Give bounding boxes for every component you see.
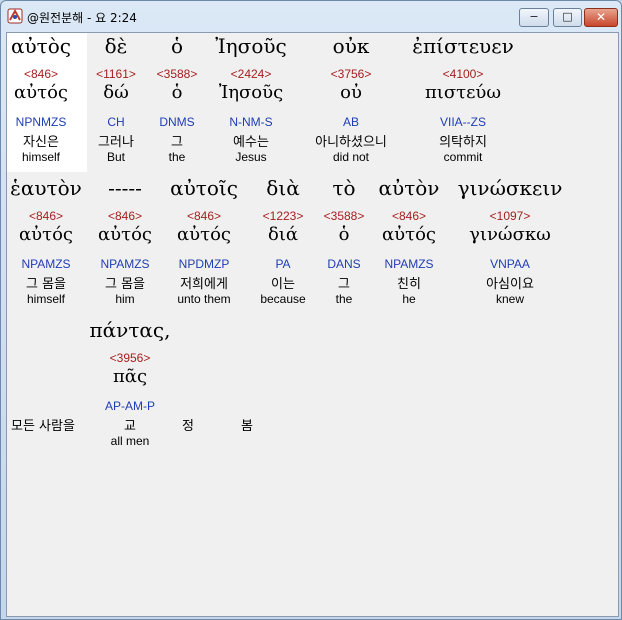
strong-number[interactable]: <846> <box>24 67 58 81</box>
lexeme: πᾶς <box>112 366 148 387</box>
lexeme: ὁ <box>171 82 183 103</box>
english-gloss: Jesus <box>235 150 267 164</box>
maximize-icon: □ <box>562 10 573 23</box>
english-gloss: himself <box>26 292 66 306</box>
english-gloss: the <box>168 150 186 164</box>
greek-word: Ἰησοῦς <box>215 34 287 58</box>
korean-gloss: 그 몸을 <box>104 277 146 292</box>
parsing-code: DNMS <box>159 115 195 129</box>
greek-word: τὸ <box>332 176 356 200</box>
greek-word: αὐτοῖς <box>170 176 238 200</box>
lexeme: ὁ <box>338 224 350 245</box>
strong-number[interactable]: <846> <box>392 209 426 223</box>
greek-word: ἑαυτὸν <box>10 176 82 200</box>
korean-free-translation: 봄 <box>241 419 253 434</box>
parsing-code: N-NM-S <box>229 115 273 129</box>
window-title: @원전분해 - 요 2:24 <box>27 11 137 25</box>
lexeme: αὐτός <box>382 224 436 245</box>
english-gloss: himself <box>21 150 61 164</box>
english-gloss: commit <box>443 150 483 164</box>
greek-word: διὰ <box>266 176 300 200</box>
lexeme: αὐτός <box>14 82 68 103</box>
parsing-code: CH <box>107 115 125 129</box>
analysis-panel: αὐτὸς <846> αὐτός NPNMZS 자신은 himself δὲ … <box>6 32 619 617</box>
strong-number[interactable]: <846> <box>187 209 221 223</box>
lexeme: πιστεύω <box>424 82 502 103</box>
english-gloss: him <box>115 292 135 306</box>
greek-word: ----- <box>108 176 142 200</box>
strong-number[interactable]: <3588> <box>324 209 365 223</box>
strong-number[interactable]: <3588> <box>157 67 198 81</box>
parsing-code: AB <box>342 115 360 129</box>
korean-gloss: 의탁하지 <box>439 135 487 150</box>
korean-gloss: 예수는 <box>233 135 269 150</box>
parsing-code: PA <box>275 257 291 271</box>
english-gloss: unto them <box>177 292 231 306</box>
app-icon <box>7 8 23 24</box>
english-gloss: knew <box>495 292 525 306</box>
strong-number[interactable]: <1223> <box>263 209 304 223</box>
greek-word: δὲ <box>104 34 128 58</box>
minimize-button[interactable]: − <box>519 8 549 27</box>
greek-word: πάντας, <box>89 318 171 342</box>
korean-free-translation: 모든 사람을 <box>11 419 75 434</box>
strong-number[interactable]: <846> <box>29 209 63 223</box>
parsing-code: NPAMZS <box>21 257 71 271</box>
korean-gloss: 그 몸을 <box>25 277 67 292</box>
strong-number[interactable]: <2424> <box>231 67 272 81</box>
lexeme: Ἰησοῦς <box>218 82 284 103</box>
lexeme: δώ <box>103 82 129 103</box>
parsing-code: NPAMZS <box>100 257 150 271</box>
english-gloss: But <box>106 150 126 164</box>
english-gloss: did not <box>332 150 370 164</box>
parsing-code: NPAMZS <box>384 257 434 271</box>
close-icon: ✕ <box>595 10 607 24</box>
parsing-code: AP-AM-P <box>104 399 156 413</box>
greek-word: αὐτὸς <box>11 34 71 58</box>
lexeme: οὐ <box>340 82 362 103</box>
greek-word: αὐτὸν <box>378 176 440 200</box>
english-gloss: he <box>402 292 416 306</box>
korean-gloss: 교 <box>124 419 136 434</box>
korean-gloss: 그 <box>171 135 183 150</box>
lexeme: αὐτός <box>98 224 152 245</box>
parsing-code: NPNMZS <box>15 115 67 129</box>
maximize-button[interactable]: □ <box>553 8 582 27</box>
english-gloss: because <box>260 292 306 306</box>
minimize-icon: − <box>529 10 539 23</box>
close-button[interactable]: ✕ <box>584 8 618 27</box>
english-gloss: the <box>335 292 353 306</box>
parsing-code: DANS <box>327 257 361 271</box>
english-gloss: all men <box>110 434 150 448</box>
strong-number[interactable]: <3756> <box>331 67 372 81</box>
parsing-code: VNPAA <box>490 257 530 271</box>
korean-gloss: 저희에게 <box>180 277 228 292</box>
lexeme: αὐτός <box>19 224 73 245</box>
greek-word: ὁ <box>170 34 184 58</box>
lexeme: αὐτός <box>177 224 231 245</box>
korean-gloss: 그 <box>338 277 350 292</box>
strong-number[interactable]: <1161> <box>96 67 136 81</box>
strong-number[interactable]: <1097> <box>490 209 531 223</box>
strong-number[interactable]: <846> <box>108 209 142 223</box>
korean-free-translation: 정 <box>182 419 194 434</box>
korean-gloss: 아심이요 <box>486 277 534 292</box>
lexeme: διά <box>267 224 299 245</box>
strong-number[interactable]: <3956> <box>110 351 151 365</box>
korean-gloss: 아니하셨으니 <box>315 135 387 150</box>
title-bar[interactable]: @원전분해 - 요 2:24 − □ ✕ <box>1 1 621 31</box>
greek-word: γινώσκειν <box>457 176 563 200</box>
parsing-code: VIIA--ZS <box>439 115 487 129</box>
greek-word: ἐπίστευεν <box>412 34 514 58</box>
korean-gloss: 자신은 <box>23 135 59 150</box>
korean-gloss: 친히 <box>397 277 421 292</box>
lexeme: γινώσκω <box>469 224 551 245</box>
korean-gloss: 그러나 <box>98 135 134 150</box>
app-window: @원전분해 - 요 2:24 − □ ✕ αὐτὸς <846> αὐτός N… <box>0 0 622 620</box>
greek-word: οὐκ <box>332 34 370 58</box>
korean-gloss: 이는 <box>271 277 295 292</box>
parsing-code: NPDMZP <box>178 257 230 271</box>
strong-number[interactable]: <4100> <box>443 67 484 81</box>
